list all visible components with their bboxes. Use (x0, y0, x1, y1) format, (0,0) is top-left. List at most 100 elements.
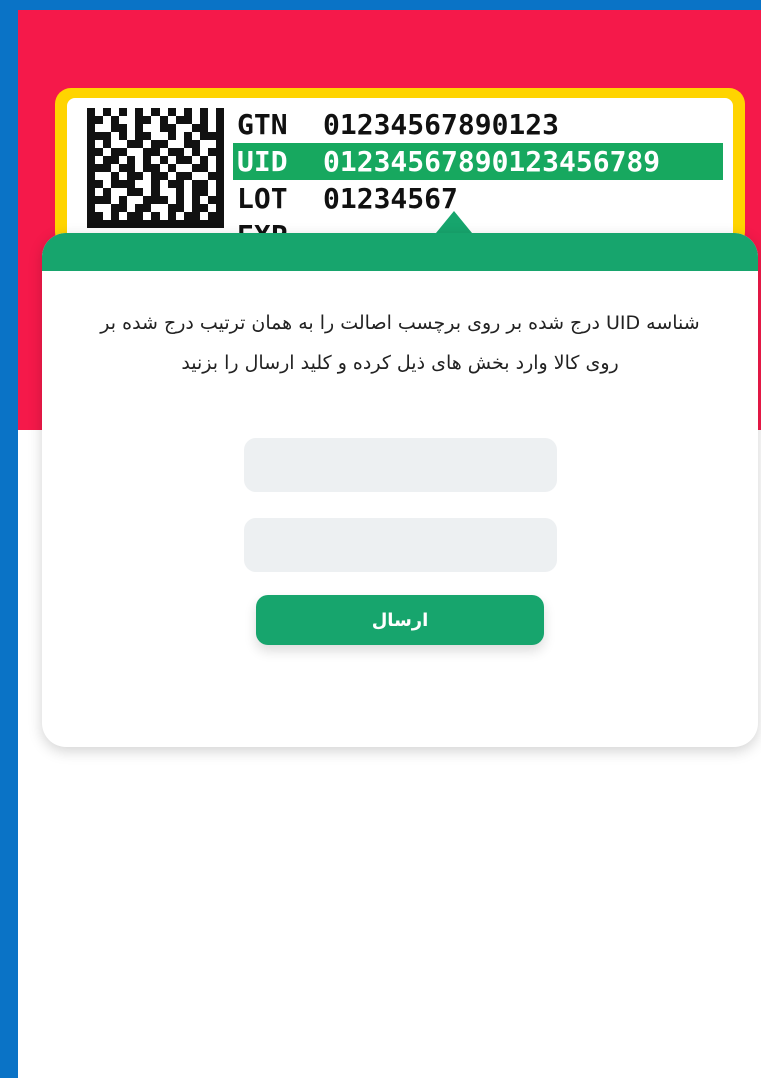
barcode-cell (159, 108, 168, 116)
barcode-cell (207, 108, 216, 116)
barcode-cell (95, 172, 104, 180)
barcode-cell (143, 132, 152, 140)
barcode-cell (95, 180, 104, 188)
barcode-cell (183, 108, 192, 116)
barcode-cell (199, 204, 208, 212)
barcode-cell (167, 148, 176, 156)
barcode-cell (167, 204, 176, 212)
barcode-cell (167, 212, 176, 220)
barcode-cell (215, 180, 224, 188)
barcode-cell (135, 148, 144, 156)
gtn-prefix: GTN (237, 108, 288, 141)
barcode-cell (103, 212, 112, 220)
barcode-cell (191, 132, 200, 140)
barcode-cell (103, 124, 112, 132)
barcode-cell (199, 124, 208, 132)
barcode-cell (191, 148, 200, 156)
barcode-cell (167, 116, 176, 124)
barcode-cell (95, 156, 104, 164)
barcode-cell (111, 204, 120, 212)
uid-field-2[interactable] (244, 518, 557, 572)
barcode-cell (167, 140, 176, 148)
barcode-cell (215, 164, 224, 172)
barcode-cell (127, 212, 136, 220)
barcode-cell (119, 116, 128, 124)
barcode-cell (215, 204, 224, 212)
barcode-cell (159, 124, 168, 132)
label-code-lines: GTN 01234567890123 UID 01234567890123456… (233, 106, 733, 248)
barcode-cell (151, 148, 160, 156)
barcode-cell (143, 188, 152, 196)
barcode-cell (111, 108, 120, 116)
panel-topbar (42, 233, 758, 271)
barcode-cell (111, 140, 120, 148)
barcode-cell (119, 212, 128, 220)
barcode-cell (175, 148, 184, 156)
barcode-cell (95, 188, 104, 196)
barcode-cell (103, 156, 112, 164)
barcode-cell (135, 124, 144, 132)
barcode-cell (159, 180, 168, 188)
barcode-cell (167, 220, 176, 228)
barcode-cell (151, 116, 160, 124)
uid-field-1[interactable] (244, 438, 557, 492)
barcode-cell (127, 116, 136, 124)
barcode-cell (207, 132, 216, 140)
barcode-cell (191, 108, 200, 116)
barcode-cell (191, 180, 200, 188)
barcode-cell (207, 164, 216, 172)
barcode-cell (103, 220, 112, 228)
barcode-cell (103, 172, 112, 180)
barcode-cell (151, 140, 160, 148)
barcode-cell (135, 196, 144, 204)
uid-prefix: UID (237, 145, 288, 178)
barcode-cell (95, 132, 104, 140)
barcode-cell (183, 172, 192, 180)
barcode-cell (199, 116, 208, 124)
barcode-cell (175, 212, 184, 220)
barcode-cell (215, 220, 224, 228)
barcode-cell (167, 188, 176, 196)
barcode-cell (95, 140, 104, 148)
barcode-cell (183, 124, 192, 132)
barcode-cell (127, 220, 136, 228)
barcode-cell (175, 124, 184, 132)
barcode-cell (159, 196, 168, 204)
barcode-cell (95, 148, 104, 156)
barcode-cell (103, 180, 112, 188)
barcode-cell (183, 204, 192, 212)
barcode-cell (119, 220, 128, 228)
submit-button[interactable]: ارسال (256, 595, 544, 645)
lot-line: LOT 01234567 (237, 180, 733, 217)
barcode-cell (191, 140, 200, 148)
barcode-cell (143, 172, 152, 180)
barcode-cell (95, 116, 104, 124)
barcode-cell (215, 188, 224, 196)
barcode-cell (159, 164, 168, 172)
barcode-cell (151, 220, 160, 228)
barcode-cell (87, 148, 96, 156)
barcode-cell (175, 116, 184, 124)
barcode-cell (207, 204, 216, 212)
barcode-cell (135, 156, 144, 164)
barcode-cell (111, 116, 120, 124)
barcode-cell (127, 132, 136, 140)
barcode-cell (175, 172, 184, 180)
barcode-cell (175, 140, 184, 148)
barcode-cell (119, 156, 128, 164)
barcode-cell (199, 220, 208, 228)
barcode-cell (159, 116, 168, 124)
barcode-cell (111, 172, 120, 180)
barcode-cell (167, 196, 176, 204)
barcode-cell (207, 196, 216, 204)
barcode-cell (183, 132, 192, 140)
barcode-cell (111, 212, 120, 220)
barcode-cell (127, 180, 136, 188)
barcode-cell (167, 172, 176, 180)
barcode-cell (207, 148, 216, 156)
barcode-cell (215, 196, 224, 204)
barcode-cell (199, 188, 208, 196)
barcode-cell (191, 124, 200, 132)
barcode-cell (111, 132, 120, 140)
barcode-cell (111, 196, 120, 204)
